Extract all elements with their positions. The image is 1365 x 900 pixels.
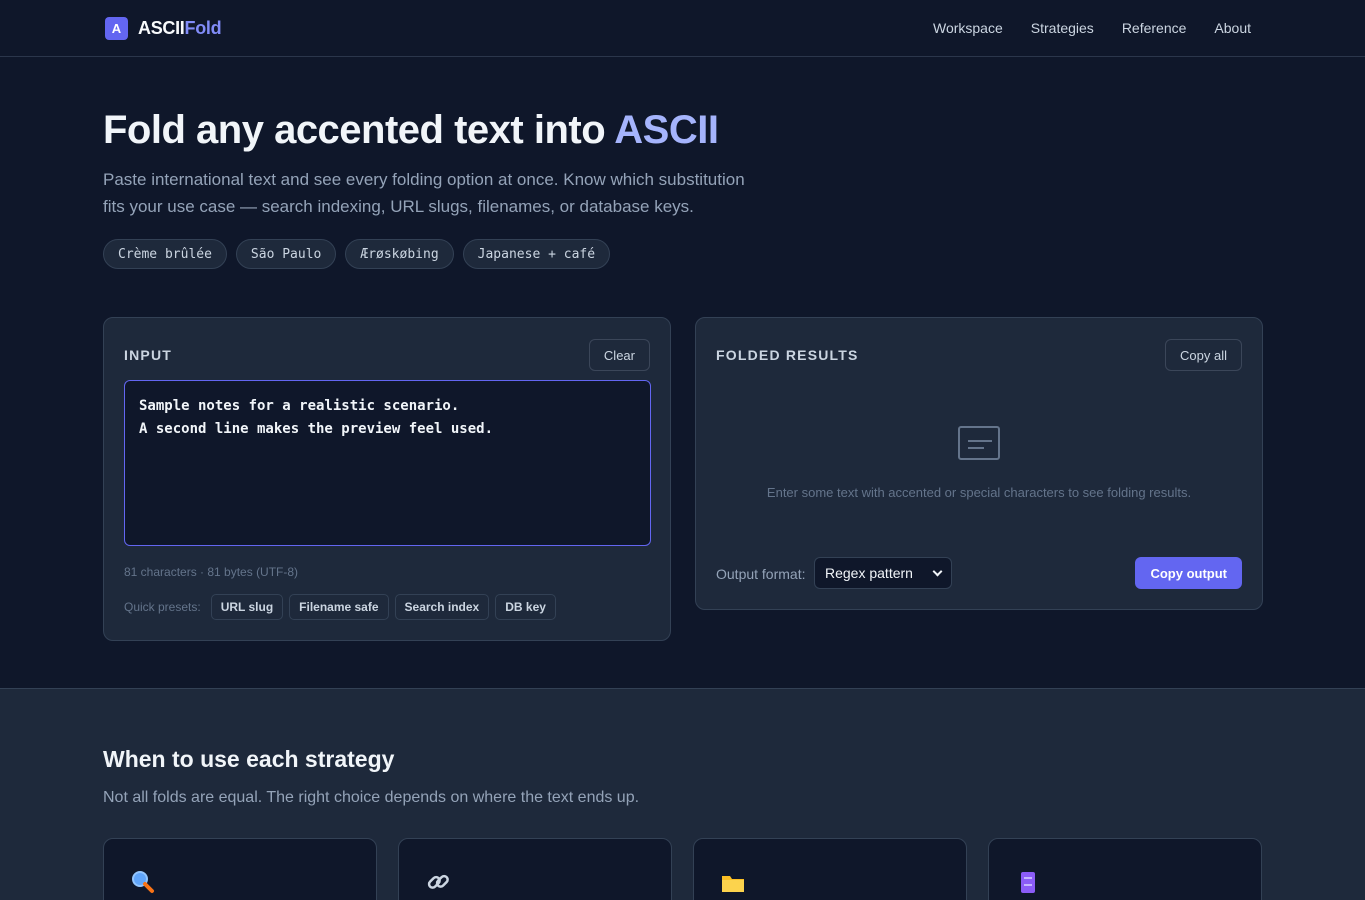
nav-link-strategies[interactable]: Strategies: [1031, 20, 1094, 36]
link-icon: [427, 874, 449, 889]
copy-output-button[interactable]: Copy output: [1135, 557, 1242, 589]
brand-name-main: ASCII: [138, 18, 185, 38]
presets-label: Quick presets:: [124, 600, 201, 614]
input-textarea[interactable]: Sample notes for a realistic scenario. A…: [124, 380, 651, 546]
output-format-value: Regex pattern: [825, 565, 913, 581]
brand-name: ASCIIFold: [138, 18, 222, 39]
nav-link-workspace[interactable]: Workspace: [933, 20, 1003, 36]
preset-db-key[interactable]: DB key: [495, 594, 556, 620]
hero-title-main: Fold any accented text into: [103, 108, 615, 152]
strategy-card-url[interactable]: [398, 838, 672, 900]
hero-title-accent: ASCII: [614, 108, 719, 152]
hero-subtitle: Paste international text and see every f…: [103, 170, 745, 216]
example-chip[interactable]: Crème brûlée: [103, 239, 227, 269]
brand-name-accent: Fold: [184, 18, 222, 38]
preset-filename-safe[interactable]: Filename safe: [289, 594, 389, 620]
empty-state-message: Enter some text with accented or special…: [766, 485, 1192, 500]
results-panel: FOLDED RESULTS Copy all Enter some text …: [695, 317, 1263, 610]
char-count: 81 characters · 81 bytes (UTF-8): [124, 565, 299, 579]
document-icon: [958, 426, 1000, 460]
input-panel-title: INPUT: [124, 347, 172, 363]
chevron-down-icon: [932, 566, 943, 576]
top-nav: A ASCIIFold Workspace Strategies Referen…: [0, 0, 1365, 57]
output-format-label: Output format:: [716, 566, 806, 582]
strategy-card-search[interactable]: [103, 838, 377, 900]
output-format-select[interactable]: Regex pattern: [814, 557, 952, 589]
example-chip[interactable]: Japanese + café: [462, 239, 611, 269]
example-chip[interactable]: Ærøskøbing: [345, 239, 454, 269]
folder-icon: [722, 876, 744, 892]
strategies-section: When to use each strategy Not all folds …: [0, 688, 1365, 900]
nav-links: Workspace Strategies Reference About: [933, 20, 1251, 36]
hero-title: Fold any accented text into ASCII: [103, 108, 719, 153]
database-icon: [1021, 872, 1035, 893]
strategy-card-filename[interactable]: [693, 838, 967, 900]
example-chips: Crème brûlée São Paulo Ærøskøbing Japane…: [103, 239, 611, 269]
strategies-title: When to use each strategy: [103, 746, 395, 772]
clear-button[interactable]: Clear: [588, 339, 650, 371]
input-panel: INPUT Clear Sample notes for a realistic…: [103, 317, 671, 641]
quick-presets: Quick presets: URL slug Filename safe Se…: [124, 594, 556, 620]
copy-all-button[interactable]: Copy all: [1165, 339, 1242, 371]
strategies-subtitle: Not all folds are equal. The right choic…: [103, 789, 640, 806]
brand-logo[interactable]: A ASCIIFold: [105, 17, 222, 40]
results-panel-title: FOLDED RESULTS: [716, 347, 859, 363]
nav-link-about[interactable]: About: [1214, 20, 1251, 36]
strategy-cards: [103, 838, 1262, 900]
magnifier-icon: [132, 871, 154, 893]
preset-url-slug[interactable]: URL slug: [210, 594, 284, 620]
brand-mark-icon: A: [105, 17, 128, 40]
preset-search-index[interactable]: Search index: [394, 594, 490, 620]
strategy-card-db[interactable]: [988, 838, 1262, 900]
example-chip[interactable]: São Paulo: [235, 239, 337, 269]
nav-link-reference[interactable]: Reference: [1122, 20, 1187, 36]
